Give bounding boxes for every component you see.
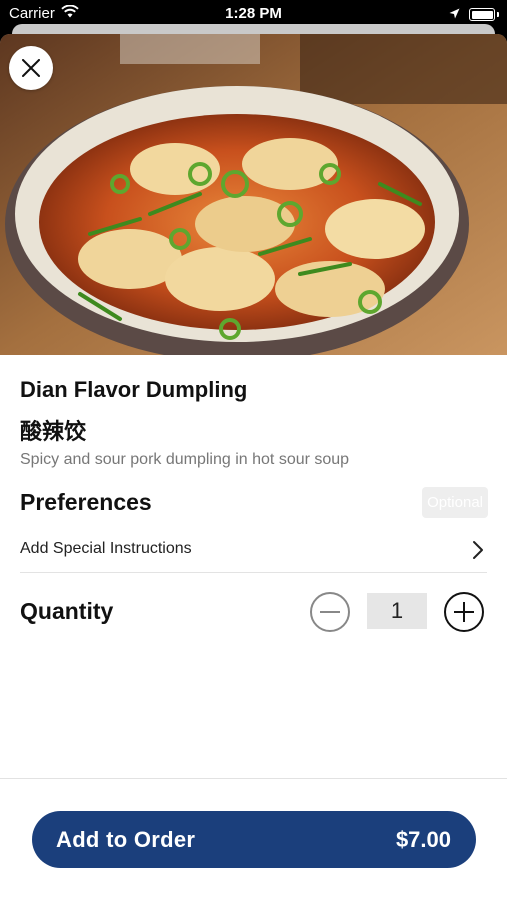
special-instructions-label: Add Special Instructions (20, 540, 192, 557)
footer-divider (0, 778, 507, 779)
order-price: $7.00 (395, 827, 451, 852)
add-to-order-button[interactable]: Add to Order $7.00 (32, 811, 476, 868)
status-bar: Carrier 1:28 PM (0, 0, 507, 27)
item-name-chinese: 酸辣饺 (20, 420, 87, 445)
decrease-quantity-button[interactable] (309, 591, 351, 633)
add-to-order-label: Add to Order (56, 827, 196, 852)
battery-icon (469, 8, 495, 21)
increase-quantity-button[interactable] (443, 591, 485, 633)
special-instructions-row[interactable]: Add Special Instructions (20, 532, 487, 573)
dish-photo (0, 34, 507, 355)
battery-tip (497, 12, 499, 17)
item-name: Dian Flavor Dumpling (20, 377, 248, 402)
location-arrow-icon (449, 6, 460, 23)
close-button[interactable] (9, 46, 53, 90)
quantity-label: Quantity (20, 598, 114, 624)
minus-circle-icon (310, 592, 350, 632)
item-description: Spicy and sour pork dumpling in hot sour… (20, 451, 350, 468)
close-icon (22, 59, 40, 77)
status-time: 1:28 PM (225, 5, 282, 22)
quantity-value: 1 (367, 593, 427, 629)
chevron-right-icon (472, 540, 484, 565)
status-right (449, 6, 499, 23)
plus-circle-icon (444, 592, 484, 632)
optional-badge: Optional (422, 487, 488, 518)
dumpling-soup-image (0, 34, 507, 355)
item-detail-sheet: Dian Flavor Dumpling 酸辣饺 Spicy and sour … (0, 34, 507, 900)
preferences-heading: Preferences (20, 489, 152, 515)
